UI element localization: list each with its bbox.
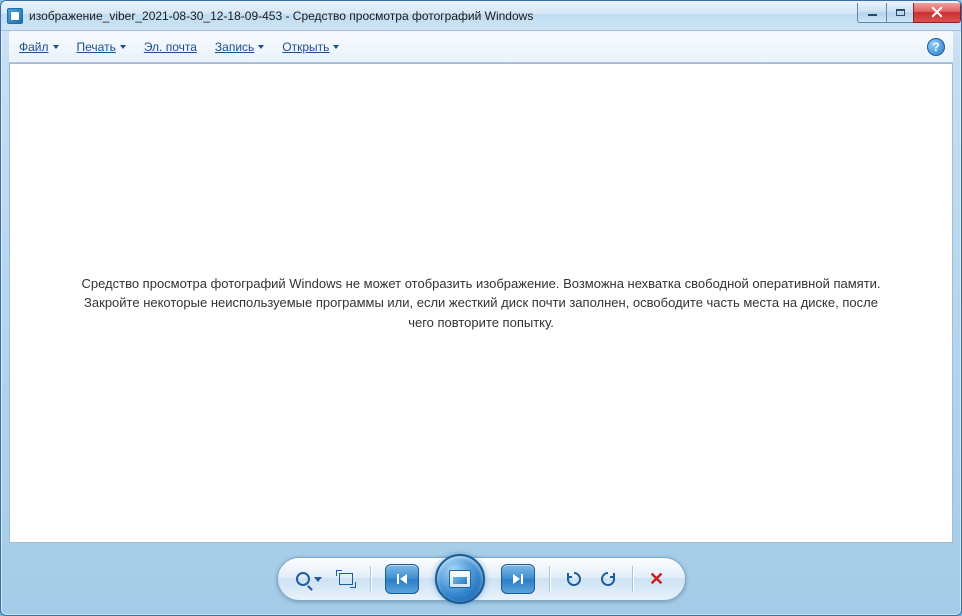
rotate-cw-icon — [599, 570, 617, 588]
chevron-down-icon — [314, 577, 322, 582]
menu-print[interactable]: Печать — [77, 40, 126, 54]
footer-controls: ✕ — [1, 551, 961, 607]
previous-icon — [397, 574, 407, 584]
title-bar[interactable]: изображение_viber_2021-08-30_12-18-09-45… — [1, 1, 961, 31]
next-icon — [513, 574, 523, 584]
chevron-down-icon — [333, 45, 339, 49]
chevron-down-icon — [53, 45, 59, 49]
rotate-cw-button[interactable] — [598, 565, 618, 593]
fit-icon — [339, 573, 353, 585]
menu-print-label: Печать — [77, 40, 116, 54]
minimize-button[interactable] — [857, 3, 887, 23]
menu-file[interactable]: Файл — [19, 40, 59, 54]
fit-to-window-button[interactable] — [336, 565, 356, 593]
playback-pill: ✕ — [277, 557, 686, 601]
magnifier-icon — [296, 572, 310, 586]
menu-burn-label: Запись — [215, 40, 254, 54]
menu-email[interactable]: Эл. почта — [144, 40, 197, 54]
rotate-ccw-button[interactable] — [564, 565, 584, 593]
maximize-icon — [896, 9, 905, 16]
menu-open-label: Открыть — [282, 40, 329, 54]
maximize-button[interactable] — [886, 3, 914, 23]
window-controls — [858, 3, 961, 23]
delete-button[interactable]: ✕ — [647, 565, 667, 593]
slideshow-icon — [449, 570, 471, 588]
error-message: Средство просмотра фотографий Windows не… — [70, 274, 892, 333]
previous-button[interactable] — [385, 564, 419, 594]
close-icon — [931, 6, 943, 18]
divider — [549, 566, 550, 592]
delete-icon: ✕ — [649, 569, 664, 590]
menu-email-label: Эл. почта — [144, 40, 197, 54]
window-title: изображение_viber_2021-08-30_12-18-09-45… — [29, 9, 858, 23]
next-button[interactable] — [501, 564, 535, 594]
chevron-down-icon — [120, 45, 126, 49]
image-viewport: Средство просмотра фотографий Windows не… — [9, 63, 953, 543]
help-icon: ? — [932, 40, 939, 54]
chevron-down-icon — [258, 45, 264, 49]
app-window: изображение_viber_2021-08-30_12-18-09-45… — [0, 0, 962, 616]
minimize-icon — [868, 14, 877, 16]
menu-file-label: Файл — [19, 40, 49, 54]
divider — [370, 566, 371, 592]
divider — [632, 566, 633, 592]
close-button[interactable] — [913, 3, 961, 23]
zoom-button[interactable] — [296, 565, 322, 593]
slideshow-button[interactable] — [435, 554, 485, 604]
app-icon — [7, 8, 23, 24]
menu-burn[interactable]: Запись — [215, 40, 264, 54]
menu-bar: Файл Печать Эл. почта Запись Открыть ? — [9, 31, 953, 63]
rotate-ccw-icon — [565, 570, 583, 588]
menu-open[interactable]: Открыть — [282, 40, 339, 54]
help-button[interactable]: ? — [927, 38, 945, 56]
